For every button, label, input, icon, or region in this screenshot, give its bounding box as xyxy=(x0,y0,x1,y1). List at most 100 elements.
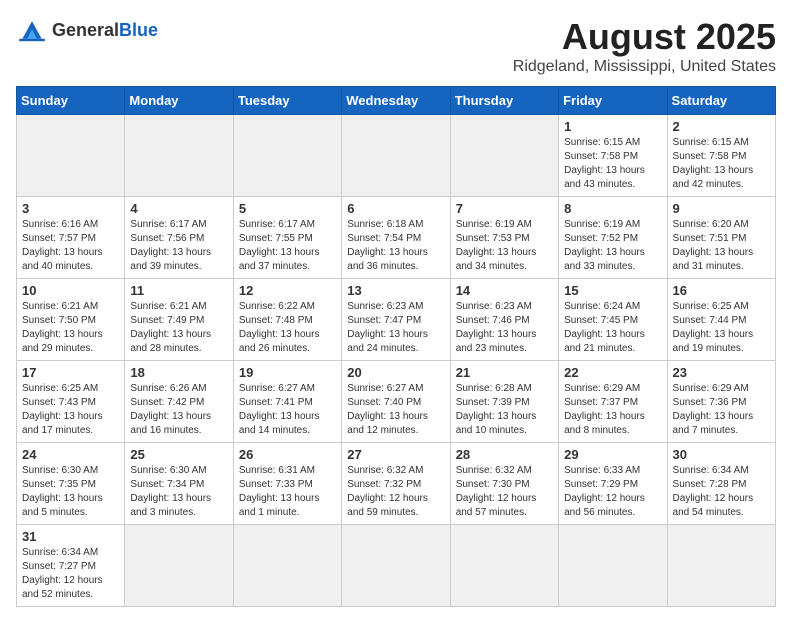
day-info: Sunrise: 6:21 AM Sunset: 7:49 PM Dayligh… xyxy=(130,300,227,356)
day-number: 21 xyxy=(456,365,553,380)
day-cell xyxy=(233,525,341,607)
day-info: Sunrise: 6:27 AM Sunset: 7:41 PM Dayligh… xyxy=(239,382,336,438)
day-info: Sunrise: 6:19 AM Sunset: 7:52 PM Dayligh… xyxy=(564,218,661,274)
title-area: August 2025 Ridgeland, Mississippi, Unit… xyxy=(513,16,776,76)
day-info: Sunrise: 6:16 AM Sunset: 7:57 PM Dayligh… xyxy=(22,218,119,274)
day-info: Sunrise: 6:15 AM Sunset: 7:58 PM Dayligh… xyxy=(673,136,770,192)
day-info: Sunrise: 6:33 AM Sunset: 7:29 PM Dayligh… xyxy=(564,464,661,520)
day-info: Sunrise: 6:26 AM Sunset: 7:42 PM Dayligh… xyxy=(130,382,227,438)
day-cell: 20 Sunrise: 6:27 AM Sunset: 7:40 PM Dayli… xyxy=(342,361,450,443)
day-number: 19 xyxy=(239,365,336,380)
day-cell: 2 Sunrise: 6:15 AM Sunset: 7:58 PM Daylig… xyxy=(667,115,775,197)
day-info: Sunrise: 6:31 AM Sunset: 7:33 PM Dayligh… xyxy=(239,464,336,520)
day-number: 5 xyxy=(239,201,336,216)
day-cell: 13 Sunrise: 6:23 AM Sunset: 7:47 PM Dayli… xyxy=(342,279,450,361)
day-info: Sunrise: 6:20 AM Sunset: 7:51 PM Dayligh… xyxy=(673,218,770,274)
day-cell: 14 Sunrise: 6:23 AM Sunset: 7:46 PM Dayli… xyxy=(450,279,558,361)
day-cell: 9 Sunrise: 6:20 AM Sunset: 7:51 PM Daylig… xyxy=(667,197,775,279)
week-row-4: 17Sunrise: 6:25 AM Sunset: 7:43 PM Dayli… xyxy=(17,361,776,443)
day-cell xyxy=(125,525,233,607)
week-row-5: 24Sunrise: 6:30 AM Sunset: 7:35 PM Dayli… xyxy=(17,443,776,525)
day-number: 27 xyxy=(347,447,444,462)
day-cell: 4 Sunrise: 6:17 AM Sunset: 7:56 PM Daylig… xyxy=(125,197,233,279)
day-number: 11 xyxy=(130,283,227,298)
day-cell xyxy=(342,525,450,607)
day-info: Sunrise: 6:18 AM Sunset: 7:54 PM Dayligh… xyxy=(347,218,444,274)
day-cell: 30Sunrise: 6:34 AM Sunset: 7:28 PM Dayli… xyxy=(667,443,775,525)
day-cell: 5 Sunrise: 6:17 AM Sunset: 7:55 PM Daylig… xyxy=(233,197,341,279)
day-cell: 26Sunrise: 6:31 AM Sunset: 7:33 PM Dayli… xyxy=(233,443,341,525)
day-info: Sunrise: 6:23 AM Sunset: 7:47 PM Dayligh… xyxy=(347,300,444,356)
calendar-body: 1 Sunrise: 6:15 AM Sunset: 7:58 PM Daylig… xyxy=(17,115,776,607)
day-number: 15 xyxy=(564,283,661,298)
day-number: 18 xyxy=(130,365,227,380)
day-of-week-sunday: Sunday xyxy=(17,87,125,115)
day-info: Sunrise: 6:32 AM Sunset: 7:32 PM Dayligh… xyxy=(347,464,444,520)
day-info: Sunrise: 6:17 AM Sunset: 7:56 PM Dayligh… xyxy=(130,218,227,274)
day-cell: 29 Sunrise: 6:33 AM Sunset: 7:29 PM Dayli… xyxy=(559,443,667,525)
day-number: 25 xyxy=(130,447,227,462)
day-cell: 6Sunrise: 6:18 AM Sunset: 7:54 PM Daylig… xyxy=(342,197,450,279)
day-cell: 31 Sunrise: 6:34 AM Sunset: 7:27 PM Dayli… xyxy=(17,525,125,607)
day-cell: 15 Sunrise: 6:24 AM Sunset: 7:45 PM Dayli… xyxy=(559,279,667,361)
day-cell: 22Sunrise: 6:29 AM Sunset: 7:37 PM Dayli… xyxy=(559,361,667,443)
days-of-week-row: SundayMondayTuesdayWednesdayThursdayFrid… xyxy=(17,87,776,115)
day-info: Sunrise: 6:27 AM Sunset: 7:40 PM Dayligh… xyxy=(347,382,444,438)
day-number: 8 xyxy=(564,201,661,216)
day-number: 29 xyxy=(564,447,661,462)
day-info: Sunrise: 6:19 AM Sunset: 7:53 PM Dayligh… xyxy=(456,218,553,274)
calendar: SundayMondayTuesdayWednesdayThursdayFrid… xyxy=(16,86,776,607)
day-cell: 18 Sunrise: 6:26 AM Sunset: 7:42 PM Dayli… xyxy=(125,361,233,443)
day-cell: 24Sunrise: 6:30 AM Sunset: 7:35 PM Dayli… xyxy=(17,443,125,525)
day-cell xyxy=(667,525,775,607)
day-number: 31 xyxy=(22,529,119,544)
day-info: Sunrise: 6:29 AM Sunset: 7:36 PM Dayligh… xyxy=(673,382,770,438)
week-row-3: 10 Sunrise: 6:21 AM Sunset: 7:50 PM Dayli… xyxy=(17,279,776,361)
day-cell: 7 Sunrise: 6:19 AM Sunset: 7:53 PM Daylig… xyxy=(450,197,558,279)
day-info: Sunrise: 6:28 AM Sunset: 7:39 PM Dayligh… xyxy=(456,382,553,438)
day-cell: 25Sunrise: 6:30 AM Sunset: 7:34 PM Dayli… xyxy=(125,443,233,525)
day-cell: 16 Sunrise: 6:25 AM Sunset: 7:44 PM Dayli… xyxy=(667,279,775,361)
day-cell: 8 Sunrise: 6:19 AM Sunset: 7:52 PM Daylig… xyxy=(559,197,667,279)
day-number: 2 xyxy=(673,119,770,134)
day-number: 17 xyxy=(22,365,119,380)
day-cell xyxy=(450,525,558,607)
day-number: 14 xyxy=(456,283,553,298)
day-info: Sunrise: 6:22 AM Sunset: 7:48 PM Dayligh… xyxy=(239,300,336,356)
day-cell: 11 Sunrise: 6:21 AM Sunset: 7:49 PM Dayli… xyxy=(125,279,233,361)
day-cell xyxy=(17,115,125,197)
day-info: Sunrise: 6:34 AM Sunset: 7:27 PM Dayligh… xyxy=(22,546,119,602)
day-cell: 3Sunrise: 6:16 AM Sunset: 7:57 PM Daylig… xyxy=(17,197,125,279)
day-cell xyxy=(233,115,341,197)
day-number: 23 xyxy=(673,365,770,380)
day-of-week-wednesday: Wednesday xyxy=(342,87,450,115)
day-number: 22 xyxy=(564,365,661,380)
day-number: 9 xyxy=(673,201,770,216)
day-number: 7 xyxy=(456,201,553,216)
day-info: Sunrise: 6:25 AM Sunset: 7:44 PM Dayligh… xyxy=(673,300,770,356)
day-cell: 17Sunrise: 6:25 AM Sunset: 7:43 PM Dayli… xyxy=(17,361,125,443)
day-of-week-saturday: Saturday xyxy=(667,87,775,115)
day-info: Sunrise: 6:24 AM Sunset: 7:45 PM Dayligh… xyxy=(564,300,661,356)
day-number: 28 xyxy=(456,447,553,462)
day-number: 20 xyxy=(347,365,444,380)
week-row-6: 31 Sunrise: 6:34 AM Sunset: 7:27 PM Dayli… xyxy=(17,525,776,607)
day-cell: 27 Sunrise: 6:32 AM Sunset: 7:32 PM Dayli… xyxy=(342,443,450,525)
day-info: Sunrise: 6:32 AM Sunset: 7:30 PM Dayligh… xyxy=(456,464,553,520)
day-info: Sunrise: 6:23 AM Sunset: 7:46 PM Dayligh… xyxy=(456,300,553,356)
day-cell xyxy=(342,115,450,197)
day-number: 16 xyxy=(673,283,770,298)
day-of-week-tuesday: Tuesday xyxy=(233,87,341,115)
day-info: Sunrise: 6:17 AM Sunset: 7:55 PM Dayligh… xyxy=(239,218,336,274)
day-number: 4 xyxy=(130,201,227,216)
day-info: Sunrise: 6:15 AM Sunset: 7:58 PM Dayligh… xyxy=(564,136,661,192)
day-of-week-monday: Monday xyxy=(125,87,233,115)
day-of-week-thursday: Thursday xyxy=(450,87,558,115)
day-cell: 10 Sunrise: 6:21 AM Sunset: 7:50 PM Dayli… xyxy=(17,279,125,361)
day-info: Sunrise: 6:21 AM Sunset: 7:50 PM Dayligh… xyxy=(22,300,119,356)
day-number: 24 xyxy=(22,447,119,462)
day-number: 10 xyxy=(22,283,119,298)
day-cell: 19 Sunrise: 6:27 AM Sunset: 7:41 PM Dayli… xyxy=(233,361,341,443)
day-number: 13 xyxy=(347,283,444,298)
day-number: 1 xyxy=(564,119,661,134)
